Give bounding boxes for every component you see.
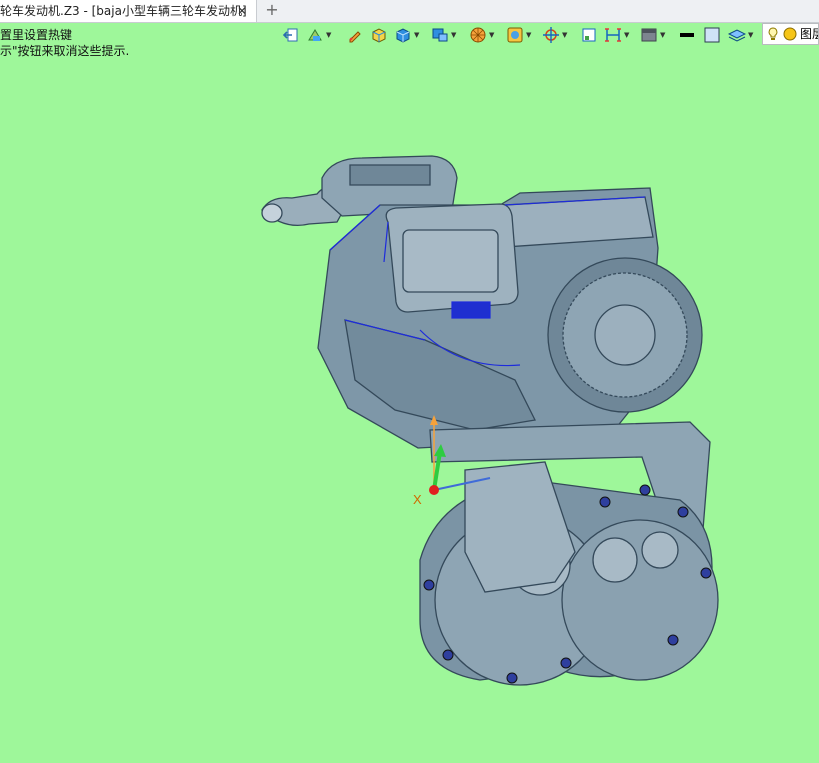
engine-model: X [261, 155, 719, 686]
tab-bar: 轮车发动机.Z3 - [baja小型车辆三轮车发动机] ✕ + [0, 0, 819, 23]
cube-display-button[interactable]: ▼ [394, 24, 419, 46]
layers-button[interactable]: ▼ [728, 24, 753, 46]
align-button[interactable]: ▼ [604, 24, 629, 46]
view-orient-icon [308, 29, 322, 41]
exit-button[interactable] [282, 24, 300, 46]
hint-line-1: 置里设置热键 [0, 28, 73, 42]
fill-color-button[interactable] [703, 24, 721, 46]
render-style-icon [470, 27, 486, 43]
snap-button[interactable]: ▼ [542, 24, 567, 46]
filter-button[interactable]: ▼ [506, 24, 531, 46]
light-bulb-icon [768, 27, 778, 40]
pencil-icon [349, 31, 361, 43]
box-shade-button[interactable] [370, 24, 388, 46]
snap-target-icon [543, 27, 559, 43]
layer-selector[interactable]: 图层 [762, 23, 819, 45]
layers-icon [728, 29, 746, 42]
layer-name: 图层 [800, 27, 818, 41]
line-color-icon [680, 33, 694, 37]
display-mode-icon [432, 28, 448, 42]
layer-status-icon [783, 27, 797, 41]
x-axis-label: X [413, 492, 422, 507]
3d-viewport[interactable]: X [0, 48, 819, 759]
exit-sketch-icon [282, 28, 298, 42]
view-toolbar: ▼ ▼ ▼ ▼ ▼ ▼ ▼ ▼ ▼ [276, 24, 819, 48]
background-button[interactable]: ▼ [640, 24, 665, 46]
cube-display-icon [396, 28, 410, 43]
filter-icon [507, 27, 523, 43]
fill-color-icon [704, 27, 720, 43]
pencil-button[interactable] [346, 24, 364, 46]
view-orient-button[interactable]: ▼ [306, 24, 331, 46]
new-tab-button[interactable]: + [262, 0, 282, 20]
document-tab[interactable]: 轮车发动机.Z3 - [baja小型车辆三轮车发动机] ✕ [0, 0, 257, 22]
frame-select-icon [582, 28, 596, 42]
frame-select-button[interactable] [580, 24, 598, 46]
align-icon [605, 28, 621, 42]
line-color-button[interactable] [678, 24, 696, 46]
close-tab-icon[interactable]: ✕ [234, 0, 250, 22]
display-mode-button[interactable]: ▼ [431, 24, 456, 46]
box-shade-icon [372, 28, 386, 43]
background-icon [641, 28, 657, 42]
render-style-button[interactable]: ▼ [469, 24, 494, 46]
document-tab-title: 轮车发动机.Z3 - [baja小型车辆三轮车发动机] [0, 4, 247, 18]
